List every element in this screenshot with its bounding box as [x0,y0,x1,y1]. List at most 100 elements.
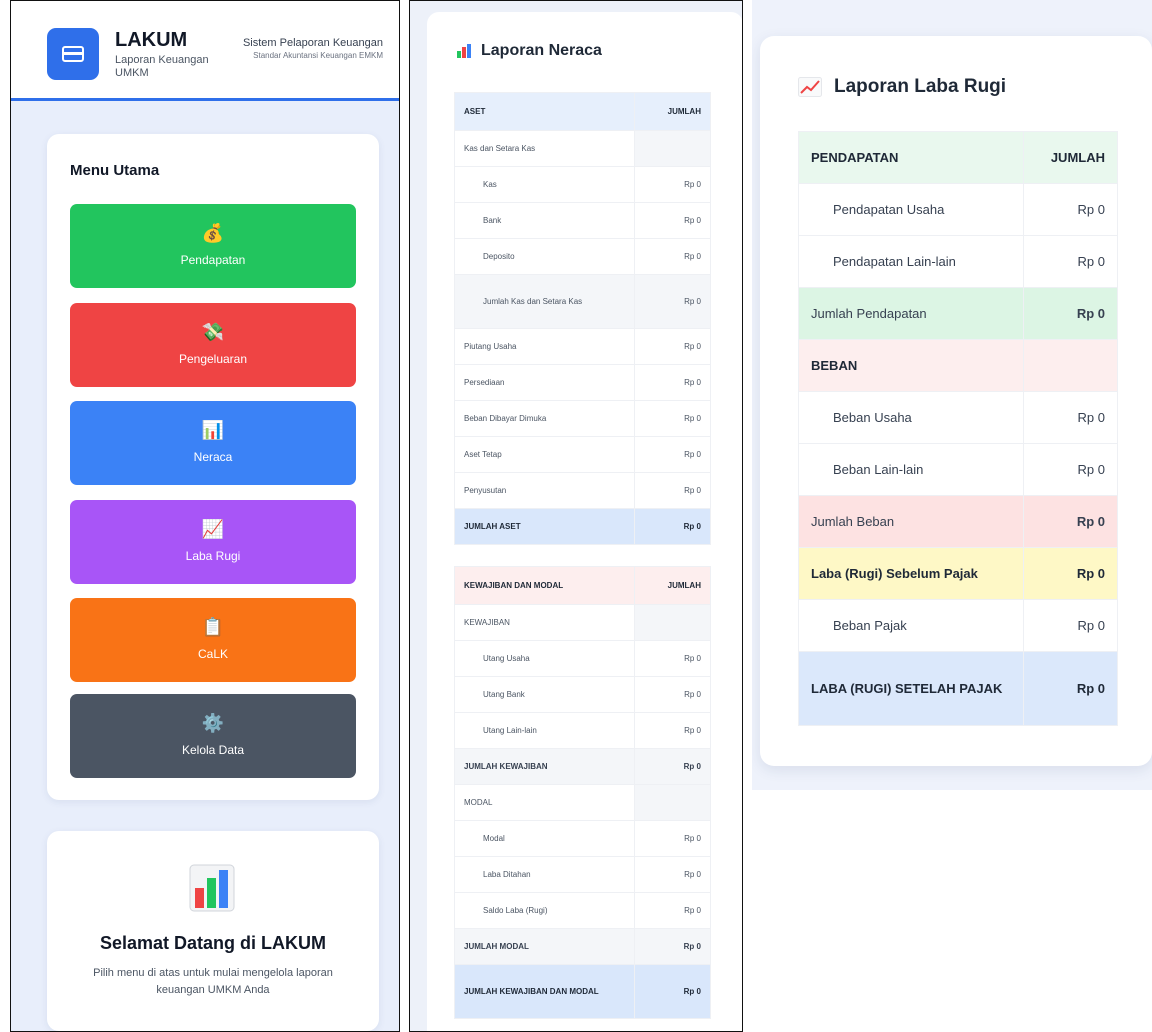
welcome-card: Selamat Datang di LAKUM Pilih menu di at… [47,831,379,1031]
table-row: Pendapatan Lain-lain Rp 0 [798,235,1118,288]
row-value: Rp 0 [634,238,711,275]
row-value: Rp 0 [634,436,711,473]
row-label: MODAL [454,784,635,821]
row-value: Rp 0 [1023,183,1118,236]
row-value: Rp 0 [1023,391,1118,444]
row-value: Rp 0 [634,202,711,239]
menu-label: Neraca [193,450,233,464]
header-standard-text: Standar Akuntansi Keuangan EMKM [253,51,383,60]
row-value: Rp 0 [1023,235,1118,288]
laba-rugi-title-text: Laporan Laba Rugi [834,76,1007,97]
table-row: Saldo Laba (Rugi) Rp 0 [454,892,711,929]
pendapatan-header: PENDAPATAN [798,131,1024,184]
menu-button-laba-rugi[interactable]: 📈 Laba Rugi [70,500,356,584]
row-label: Utang Usaha [454,640,635,677]
menu-button-pendapatan[interactable]: 💰 Pendapatan [70,204,356,288]
table-row: Bank Rp 0 [454,202,711,239]
bar-chart-icon [457,44,472,58]
neraca-panel: Laporan Neraca ASET JUMLAH Kas dan Setar… [409,0,743,1032]
row-label: Penyusutan [454,472,635,509]
menu-button-neraca[interactable]: 📊 Neraca [70,401,356,485]
row-label: KEWAJIBAN [454,604,635,641]
bar-chart-icon: 📊 [201,420,225,440]
menu-label: CaLK [197,647,229,661]
chart-increasing-icon: 📈 [201,519,225,539]
neraca-title: Laporan Neraca [457,42,602,60]
row-value: Rp 0 [1023,443,1118,496]
laba-rugi-table: PENDAPATAN JUMLAH Pendapatan Usaha Rp 0 … [798,131,1118,726]
main-menu-card: Menu Utama 💰 Pendapatan 💸 Pengeluaran 📊 … [47,134,379,800]
table-row: Deposito Rp 0 [454,238,711,275]
row-label: JUMLAH KEWAJIBAN [454,748,635,785]
subtotal-row: Jumlah Kas dan Setara Kas Rp 0 [454,274,711,329]
row-label: Piutang Usaha [454,328,635,365]
table-header-row: BEBAN [798,339,1118,392]
row-value: Rp 0 [634,892,711,929]
table-row: Beban Dibayar Dimuka Rp 0 [454,400,711,437]
kewajiban-modal-header: KEWAJIBAN DAN MODAL [454,566,635,605]
app-logo[interactable] [47,28,99,80]
table-row: Aset Tetap Rp 0 [454,436,711,473]
credit-card-icon [62,46,84,62]
subtotal-row: Jumlah Pendapatan Rp 0 [798,287,1118,340]
aset-header: ASET [454,92,635,131]
row-value: Rp 0 [634,640,711,677]
menu-button-kelola-data[interactable]: ⚙️ Kelola Data [70,694,356,778]
money-bag-icon: 💰 [201,223,225,243]
brand-subtitle: Laporan Keuangan UMKM [115,54,209,79]
row-label: Aset Tetap [454,436,635,473]
table-row: Beban Usaha Rp 0 [798,391,1118,444]
row-label: JUMLAH MODAL [454,928,635,965]
table-row: Persediaan Rp 0 [454,364,711,401]
row-label: Deposito [454,238,635,275]
row-value: Rp 0 [634,676,711,713]
welcome-title: Selamat Datang di LAKUM [99,933,327,953]
row-label: Modal [454,820,635,857]
menu-label: Pengeluaran [178,352,248,366]
row-label: Utang Bank [454,676,635,713]
group-row-kewajiban: KEWAJIBAN [454,604,711,641]
menu-label: Kelola Data [181,743,245,757]
subtotal-row: JUMLAH MODAL Rp 0 [454,928,711,965]
row-label: Jumlah Pendapatan [798,287,1024,340]
menu-button-pengeluaran[interactable]: 💸 Pengeluaran [70,303,356,387]
aset-table: ASET JUMLAH Kas dan Setara Kas Kas Rp 0 … [454,92,711,545]
gear-icon: ⚙️ [201,713,225,733]
row-value: Rp 0 [1023,547,1118,600]
table-row: Laba Ditahan Rp 0 [454,856,711,893]
header-system-title: Sistem Pelaporan Keuangan [242,37,383,49]
row-value: Rp 0 [634,748,711,785]
row-value: Rp 0 [1023,599,1118,652]
table-header-row: ASET JUMLAH [454,92,711,131]
row-label: Laba (Rugi) Sebelum Pajak [798,547,1024,600]
table-header-row: KEWAJIBAN DAN MODAL JUMLAH [454,566,711,605]
table-row: Modal Rp 0 [454,820,711,857]
menu-title: Menu Utama [70,162,160,179]
clipboard-icon: 📋 [201,617,225,637]
row-value: Rp 0 [634,364,711,401]
menu-label: Pendapatan [180,253,246,267]
laba-rugi-panel: Laporan Laba Rugi PENDAPATAN JUMLAH Pend… [752,0,1152,790]
jumlah-header: JUMLAH [634,92,711,131]
menu-label: Laba Rugi [185,549,241,563]
row-value: Rp 0 [634,274,711,329]
kewajiban-modal-table: KEWAJIBAN DAN MODAL JUMLAH KEWAJIBAN Uta… [454,566,711,1019]
welcome-description: Pilih menu di atas untuk mulai mengelola… [93,967,333,996]
laba-rugi-card: Laporan Laba Rugi PENDAPATAN JUMLAH Pend… [760,36,1152,766]
chart-increasing-icon [798,77,822,97]
grand-total-row: JUMLAH ASET Rp 0 [454,508,711,545]
row-value: Rp 0 [634,964,711,1019]
group-row-kas: Kas dan Setara Kas [454,130,711,167]
row-label: Kas [454,166,635,203]
menu-button-calk[interactable]: 📋 CaLK [70,598,356,682]
brand-name: LAKUM [115,29,188,51]
row-label: Pendapatan Usaha [798,183,1024,236]
row-value: Rp 0 [634,328,711,365]
table-row: Utang Usaha Rp 0 [454,640,711,677]
table-row: Utang Bank Rp 0 [454,676,711,713]
row-label: JUMLAH ASET [454,508,635,545]
row-value: Rp 0 [1023,495,1118,548]
row-value: Rp 0 [634,508,711,545]
table-row: Beban Pajak Rp 0 [798,599,1118,652]
neraca-title-text: Laporan Neraca [481,42,602,59]
